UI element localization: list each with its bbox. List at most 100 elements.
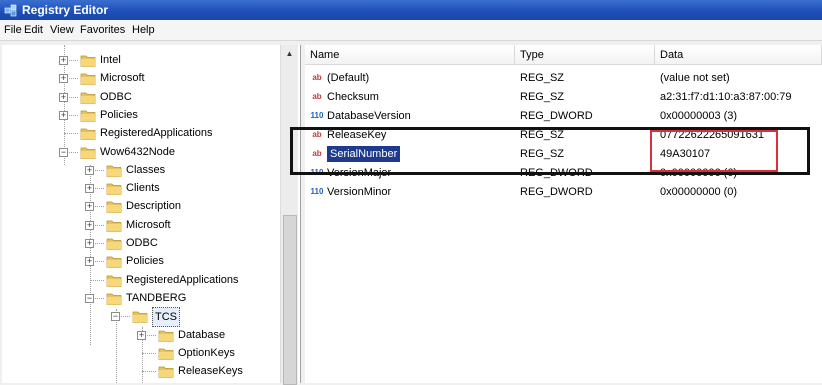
collapse-icon[interactable]: −: [59, 147, 68, 157]
tree-node-label: Intel: [100, 54, 121, 66]
tree-node-label: TCS: [152, 307, 180, 328]
tree-line: [142, 352, 156, 354]
tree-node[interactable]: + Clients: [2, 179, 282, 197]
menu-view[interactable]: View: [50, 24, 74, 36]
folder-icon: [158, 330, 174, 342]
tree-node[interactable]: + Database: [2, 326, 282, 344]
string-value-icon: ab: [312, 92, 322, 101]
column-header-type[interactable]: Type: [515, 45, 655, 65]
tree-node-label: ReleaseKeys: [178, 365, 243, 378]
value-type: REG_SZ: [520, 91, 565, 103]
tree-node-label: Classes: [126, 163, 166, 176]
scroll-thumb[interactable]: [283, 215, 297, 385]
window-title: Registry Editor: [22, 3, 109, 17]
tree-scrollbar[interactable]: ▲: [280, 45, 298, 385]
value-row[interactable]: 110 DatabaseVersion REG_DWORD 0x00000003 (3…: [305, 106, 822, 126]
expand-icon[interactable]: +: [59, 92, 68, 102]
tree-node[interactable]: + Description: [2, 197, 282, 215]
value-type: REG_DWORD: [520, 110, 593, 122]
tree-node[interactable]: + ODBC: [2, 88, 282, 106]
tree-node-label: ODBC: [100, 90, 132, 103]
value-data: 0x00000003 (3): [660, 110, 738, 122]
values-list[interactable]: Name Type Data ab (Default) REG_SZ (value n…: [305, 45, 822, 383]
expand-icon[interactable]: +: [59, 110, 68, 120]
expand-icon[interactable]: +: [85, 257, 94, 267]
tree-node[interactable]: + Classes: [2, 161, 282, 179]
tree-node-label: Microsoft: [100, 72, 145, 85]
collapse-icon[interactable]: −: [85, 293, 94, 303]
key-tree[interactable]: + Intel + Microsoft + ODBC + Policies Registered…: [2, 45, 301, 383]
folder-icon: [106, 220, 122, 232]
value-type: REG_SZ: [520, 72, 565, 84]
folder-icon: [106, 183, 122, 195]
folder-icon: [106, 202, 122, 214]
expand-icon[interactable]: +: [59, 74, 68, 84]
value-name: Checksum: [327, 91, 379, 103]
value-type: REG_DWORD: [520, 186, 593, 198]
tree-node-label: Policies: [100, 108, 138, 121]
title-bar[interactable]: Registry Editor: [0, 0, 822, 20]
tree-node[interactable]: + Policies: [2, 252, 282, 270]
value-data: 0x00000000 (0): [660, 186, 738, 198]
folder-icon: [106, 256, 122, 269]
value-name: DatabaseVersion: [327, 110, 411, 122]
tree-node[interactable]: OptionKeys: [2, 344, 282, 362]
tree-node[interactable]: + Microsoft: [2, 216, 282, 234]
tree-node-label: RegisteredApplications: [126, 273, 239, 286]
menu-edit[interactable]: Edit: [24, 24, 43, 36]
expand-icon[interactable]: +: [85, 239, 94, 248]
expand-icon[interactable]: +: [85, 165, 94, 175]
tree-node[interactable]: ReleaseKeys: [2, 362, 282, 380]
tree-node[interactable]: − TANDBERG: [2, 289, 282, 307]
menu-file[interactable]: File: [4, 24, 22, 36]
tree-line: [142, 371, 156, 373]
value-row[interactable]: ab Checksum REG_SZ a2:31:f7:d1:10:a3:87:00:…: [305, 87, 822, 107]
tree-node[interactable]: + Policies: [2, 106, 282, 124]
tree-node[interactable]: − TCS: [2, 307, 282, 328]
tree-node[interactable]: RegisteredApplications: [2, 124, 282, 142]
menu-help[interactable]: Help: [132, 24, 155, 36]
tree-node-label: Microsoft: [126, 218, 171, 231]
dword-value-icon: 110: [310, 111, 324, 120]
tree-node-label: Wow6432Node: [100, 145, 176, 158]
tree-node[interactable]: − Wow6432Node: [2, 143, 282, 161]
tree-node-label: Clients: [126, 182, 160, 195]
value-name: VersionMinor: [327, 186, 392, 198]
tree-node-label: TANDBERG: [126, 291, 187, 304]
tree-node-label: Description: [126, 200, 182, 213]
menu-favorites[interactable]: Favorites: [80, 24, 125, 36]
tree-node-label: Database: [178, 328, 226, 341]
dword-value-icon: 110: [310, 187, 324, 196]
value-row[interactable]: 110 VersionMinor REG_DWORD 0x00000000 (0): [305, 182, 822, 202]
column-header-name[interactable]: Name: [305, 45, 515, 65]
expand-icon[interactable]: +: [85, 184, 94, 194]
value-data: (value not set): [660, 72, 730, 84]
scroll-up-arrow-icon[interactable]: ▲: [281, 45, 298, 62]
tree-node-label: RegisteredApplications: [100, 127, 213, 140]
tree-node-label: Policies: [126, 255, 164, 268]
expand-icon[interactable]: +: [59, 56, 68, 65]
collapse-icon[interactable]: −: [111, 312, 120, 322]
registry-editor-icon: [4, 4, 17, 17]
tree-node[interactable]: + Microsoft: [2, 69, 282, 87]
folder-icon: [80, 92, 96, 104]
folder-icon: [106, 275, 122, 287]
column-header-data[interactable]: Data: [655, 45, 822, 65]
tree-line: [90, 279, 104, 281]
tree-node-label: OptionKeys: [178, 346, 235, 359]
expand-icon[interactable]: +: [85, 202, 94, 212]
folder-icon: [80, 73, 96, 86]
tree-node[interactable]: RegisteredApplications: [2, 271, 282, 289]
tree-node[interactable]: + ODBC: [2, 234, 282, 252]
tree-node-label: ODBC: [126, 237, 158, 249]
tree-node[interactable]: + Intel: [2, 51, 282, 69]
tree-line: [64, 133, 78, 135]
folder-icon: [80, 128, 96, 141]
folder-icon: [80, 147, 96, 159]
value-row[interactable]: ab (Default) REG_SZ (value not set): [305, 68, 822, 88]
expand-icon[interactable]: +: [137, 330, 146, 340]
folder-icon: [158, 348, 174, 360]
folder-icon: [106, 238, 122, 250]
expand-icon[interactable]: +: [85, 220, 94, 230]
folder-icon: [80, 55, 96, 67]
